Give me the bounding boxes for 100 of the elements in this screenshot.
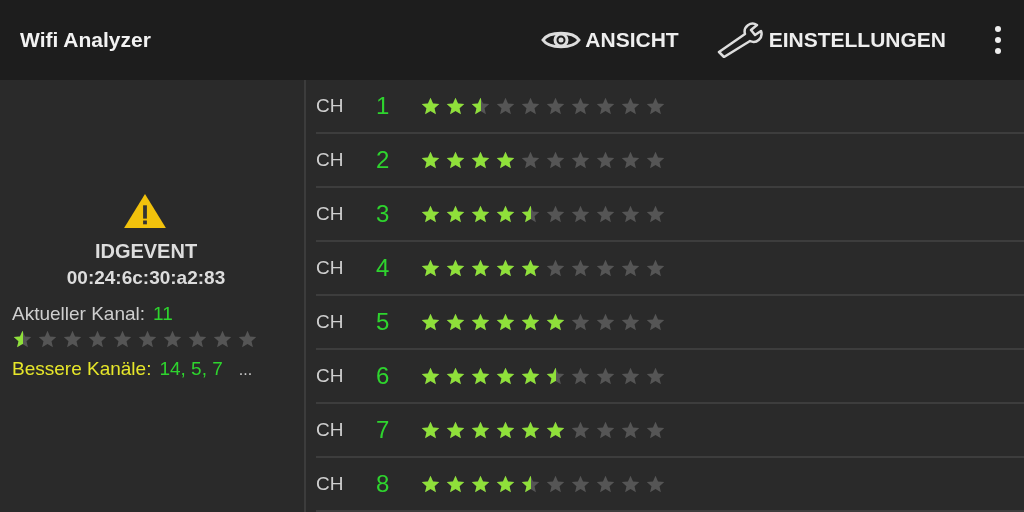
star-icon [187, 329, 208, 350]
current-channel-label: Aktueller Kanal: [12, 303, 146, 325]
star-icon [62, 329, 83, 350]
star-icon [520, 419, 541, 441]
star-icon [470, 95, 491, 117]
channel-prefix: CH [316, 149, 345, 171]
star-icon [137, 329, 158, 350]
star-icon [237, 329, 258, 350]
channel-number: 7 [376, 416, 391, 444]
star-icon [420, 203, 441, 225]
star-icon [620, 365, 641, 387]
star-icon [570, 149, 591, 171]
star-icon [495, 311, 516, 333]
star-icon [37, 329, 58, 350]
star-icon [645, 473, 666, 495]
star-icon [495, 257, 516, 279]
star-icon [520, 203, 541, 225]
star-icon [445, 473, 466, 495]
star-icon [212, 329, 233, 350]
channel-number: 4 [376, 254, 391, 282]
star-icon [445, 419, 466, 441]
star-icon [420, 95, 441, 117]
star-icon [620, 257, 641, 279]
star-icon [545, 203, 566, 225]
star-icon [595, 419, 616, 441]
better-channels-value: 14, 5, 7 [159, 358, 223, 380]
star-icon [645, 149, 666, 171]
star-icon [620, 95, 641, 117]
star-icon [420, 419, 441, 441]
star-icon [112, 329, 133, 350]
star-icon [495, 365, 516, 387]
star-icon [520, 149, 541, 171]
channel-prefix: CH [316, 257, 345, 279]
star-icon [495, 203, 516, 225]
star-icon [420, 257, 441, 279]
star-icon [520, 311, 541, 333]
star-icon [620, 203, 641, 225]
star-icon [595, 311, 616, 333]
star-icon [645, 419, 666, 441]
star-icon [570, 419, 591, 441]
mac-address: 00:24:6c:30:a2:83 [66, 267, 226, 289]
star-icon [470, 473, 491, 495]
star-icon [470, 149, 491, 171]
channel-number: 5 [376, 308, 391, 336]
star-icon [445, 311, 466, 333]
star-icon [445, 203, 466, 225]
channel-number: 6 [376, 362, 391, 390]
star-icon [420, 311, 441, 333]
star-icon [495, 419, 516, 441]
star-icon [595, 365, 616, 387]
star-icon [545, 365, 566, 387]
star-icon [570, 311, 591, 333]
star-icon [495, 149, 516, 171]
star-icon [645, 257, 666, 279]
channel-prefix: CH [316, 95, 345, 117]
star-icon [645, 95, 666, 117]
star-icon [445, 95, 466, 117]
star-icon [87, 329, 108, 350]
star-icon [470, 257, 491, 279]
star-icon [570, 257, 591, 279]
channel-prefix: CH [316, 365, 345, 387]
star-icon [595, 149, 616, 171]
star-icon [595, 203, 616, 225]
star-icon [570, 203, 591, 225]
star-icon [520, 473, 541, 495]
star-icon [595, 95, 616, 117]
star-icon [595, 473, 616, 495]
channel-number: 3 [376, 200, 391, 228]
star-icon [570, 473, 591, 495]
star-icon [495, 473, 516, 495]
star-icon [470, 203, 491, 225]
star-icon [620, 311, 641, 333]
channel-prefix: CH [316, 203, 345, 225]
star-icon [12, 329, 33, 350]
star-icon [470, 419, 491, 441]
star-icon [545, 95, 566, 117]
channel-prefix: CH [316, 419, 345, 441]
settings-button[interactable]: EINSTELLUNGEN [710, 18, 950, 62]
star-icon [420, 149, 441, 171]
star-icon [470, 365, 491, 387]
warning-icon [122, 192, 168, 230]
star-icon [445, 257, 466, 279]
star-icon [445, 149, 466, 171]
channel-number: 2 [376, 146, 391, 174]
star-icon [595, 257, 616, 279]
current-channel-value: 11 [153, 303, 173, 325]
channel-number: 8 [376, 470, 391, 498]
channel-number: 1 [376, 92, 391, 120]
app-title: Wifi Analyzer [20, 28, 151, 52]
star-icon [545, 419, 566, 441]
star-icon [420, 473, 441, 495]
channel-prefix: CH [316, 473, 345, 495]
star-icon [645, 365, 666, 387]
star-icon [420, 365, 441, 387]
star-icon [545, 473, 566, 495]
view-button[interactable]: ANSICHT [537, 24, 683, 56]
network-name: IDGEVENT [94, 240, 198, 263]
star-icon [620, 419, 641, 441]
star-icon [162, 329, 183, 350]
star-icon [520, 95, 541, 117]
